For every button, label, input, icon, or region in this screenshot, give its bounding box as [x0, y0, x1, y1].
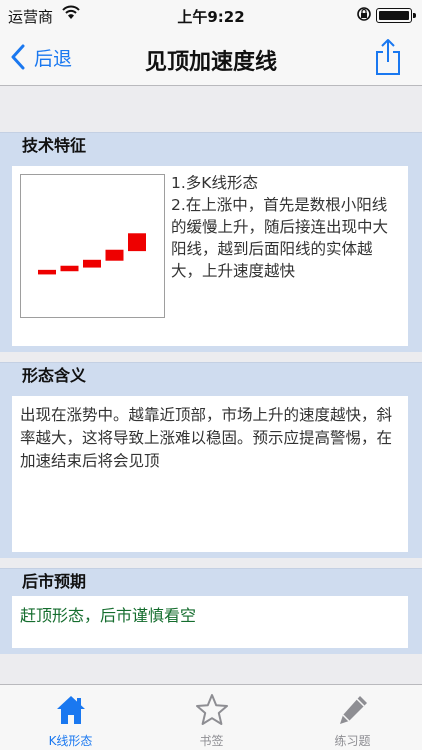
- battery-icon: [376, 8, 416, 23]
- pencil-icon: [339, 696, 367, 724]
- status-bar: 运营商 上午9:22: [0, 0, 422, 30]
- meaning-card: 出现在涨势中。越靠近顶部，市场上升的速度越快，斜率越大，这将导致上涨难以稳固。预…: [12, 396, 408, 552]
- tab-bar: K线形态 书签 练习题: [0, 684, 422, 750]
- outlook-text: 赶顶形态，后市谨慎看空: [20, 606, 197, 625]
- candlestick-svg: [38, 233, 146, 275]
- features-text: 1.多K线形态 2.在上涨中，首先是数根小阳线的缓慢上升，随后接连出现中大阳线，…: [171, 174, 389, 280]
- page-title: 见顶加速度线: [144, 50, 277, 75]
- candlestick-chart: [20, 174, 165, 318]
- tab-label: 书签: [199, 734, 224, 748]
- share-icon[interactable]: [374, 38, 402, 76]
- outlook-header: 后市预期: [0, 568, 422, 594]
- candle-3: [83, 259, 101, 268]
- candle-4: [105, 249, 124, 261]
- features-section: 1.多K线形态 2.在上涨中，首先是数根小阳线的缓慢上升，随后接连出现中大阳线，…: [0, 158, 422, 352]
- outlook-section: 赶顶形态，后市谨慎看空: [0, 594, 422, 654]
- home-icon: [56, 696, 85, 724]
- rotation-lock-icon: [357, 7, 371, 21]
- tab-exercises[interactable]: 练习题: [282, 685, 422, 750]
- meaning-text: 出现在涨势中。越靠近顶部，市场上升的速度越快，斜率越大，这将导致上涨难以稳固。预…: [20, 406, 393, 470]
- candle-5: [128, 233, 146, 252]
- features-card: 1.多K线形态 2.在上涨中，首先是数根小阳线的缓慢上升，随后接连出现中大阳线，…: [12, 166, 408, 346]
- meaning-header: 形态含义: [0, 362, 422, 388]
- outlook-card: 赶顶形态，后市谨慎看空: [12, 596, 408, 648]
- candle-1: [38, 269, 56, 275]
- tab-bookmarks[interactable]: 书签: [141, 685, 282, 750]
- meaning-section: 出现在涨势中。越靠近顶部，市场上升的速度越快，斜率越大，这将导致上涨难以稳固。预…: [0, 388, 422, 558]
- star-icon: [195, 694, 228, 725]
- candle-2: [60, 265, 79, 272]
- tab-kline-patterns[interactable]: K线形态: [0, 685, 141, 750]
- features-header: 技术特征: [0, 132, 422, 158]
- tab-label: 练习题: [334, 734, 371, 748]
- tab-label: K线形态: [48, 734, 93, 748]
- navigation-bar: 后退 见顶加速度线: [0, 30, 422, 86]
